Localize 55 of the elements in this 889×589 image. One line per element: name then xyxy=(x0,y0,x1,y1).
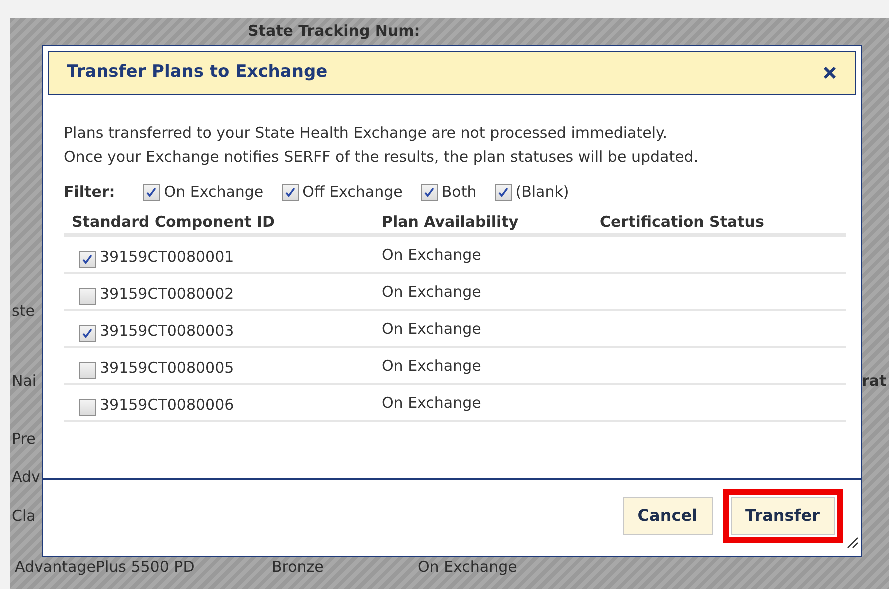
table-row[interactable]: 39159CT0080002 On Exchange xyxy=(64,274,846,311)
table-cell-text: On Exchange xyxy=(382,245,482,266)
checkmark-icon xyxy=(424,186,435,198)
table-cell-text: 39159CT0080006 xyxy=(100,394,234,416)
checkmark-icon xyxy=(82,254,93,265)
checkmark-icon xyxy=(498,186,509,198)
filter-label: Filter: xyxy=(64,182,116,203)
table-row[interactable]: 39159CT0080005 On Exchange xyxy=(64,348,846,385)
dialog-button[interactable]: Cancel xyxy=(622,496,713,534)
background-text: Pre xyxy=(12,429,36,450)
table-cell-text: On Exchange xyxy=(382,393,482,414)
column-header: Standard Component ID xyxy=(72,212,276,233)
checkbox[interactable] xyxy=(79,288,96,305)
checkbox[interactable] xyxy=(79,251,96,268)
checkbox[interactable] xyxy=(79,362,96,379)
resize-grip-icon[interactable] xyxy=(845,535,859,549)
dialog-button[interactable]: Transfer xyxy=(730,496,835,534)
checkmark-icon xyxy=(146,186,158,198)
message-text: Plans transferred to your State Health Exchange are not processed immediately. xyxy=(64,123,669,144)
checkmark-icon xyxy=(284,186,296,198)
checkbox[interactable] xyxy=(79,399,96,416)
background-text: Bronze xyxy=(272,558,325,576)
background-text: Cla xyxy=(12,506,36,527)
checkbox[interactable] xyxy=(282,184,299,200)
checkbox[interactable] xyxy=(420,184,438,200)
table-cell-text: 39159CT0080002 xyxy=(100,284,234,304)
filter-option-label[interactable]: Both xyxy=(442,180,477,204)
column-header: Certification Status xyxy=(600,212,764,233)
background-text: On Exchange xyxy=(418,558,518,576)
table-row[interactable]: 39159CT0080001 On Exchange xyxy=(64,237,846,274)
table-cell-text: 39159CT0080003 xyxy=(100,320,234,342)
message-text: Once your Exchange notifies SERFF of the results, the plan statuses will be updated. xyxy=(64,147,700,168)
table-cell-text: 39159CT0080005 xyxy=(100,358,234,378)
close-icon[interactable] xyxy=(823,66,837,80)
tracking-label: State Tracking Num: xyxy=(248,22,420,40)
table-row[interactable]: 39159CT0080003 On Exchange xyxy=(64,311,846,348)
checkbox[interactable] xyxy=(79,325,96,342)
background-text: rat xyxy=(862,371,887,392)
dialog-title: Transfer Plans to Exchange xyxy=(67,61,328,84)
table-cell-text: 39159CT0080001 xyxy=(100,246,234,268)
background-text: Nai xyxy=(12,371,37,392)
filter-option-label[interactable]: On Exchange xyxy=(164,180,264,204)
table-cell-text: On Exchange xyxy=(382,356,482,377)
table-cell-text: On Exchange xyxy=(382,282,482,303)
checkbox[interactable] xyxy=(494,184,512,200)
table-cell-text: On Exchange xyxy=(382,319,482,340)
column-header: Plan Availability xyxy=(382,212,520,233)
background-text: AdvantagePlus 5500 PD xyxy=(15,558,196,576)
filter-option-label[interactable]: Off Exchange xyxy=(302,180,403,204)
table-row[interactable]: 39159CT0080006 On Exchange xyxy=(64,385,846,422)
checkbox[interactable] xyxy=(143,184,160,200)
background-text: ste xyxy=(12,301,35,322)
checkmark-icon xyxy=(82,328,93,339)
filter-option-label[interactable]: (Blank) xyxy=(516,180,570,204)
background-text: Adv xyxy=(12,467,40,488)
